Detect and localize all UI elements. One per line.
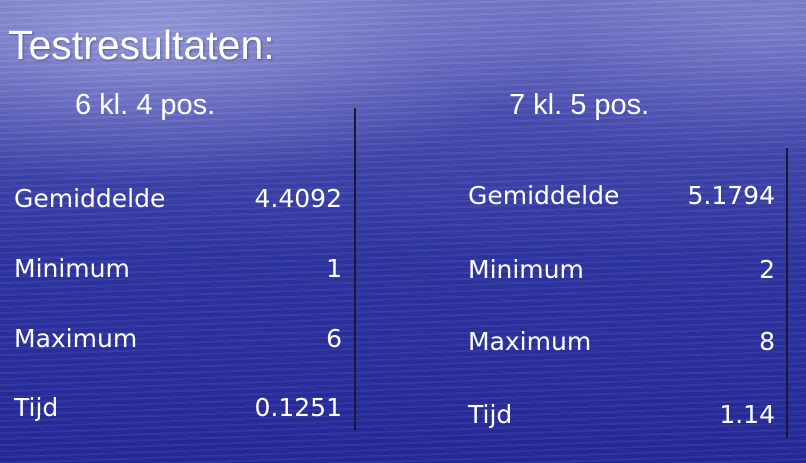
row-value: 4.4092: [254, 184, 342, 213]
slide-title: Testresultaten:: [8, 22, 275, 68]
right-row-maximum: Maximum 8: [468, 327, 775, 357]
right-row-time: Tijd 1.14: [468, 400, 775, 430]
right-column-heading: 7 kl. 5 pos.: [509, 89, 650, 121]
left-divider-line: [354, 108, 356, 430]
left-row-average: Gemiddelde 4.4092: [14, 184, 342, 214]
right-row-average: Gemiddelde 5.1794: [468, 181, 775, 211]
row-value: 1.14: [719, 400, 775, 429]
row-label: Minimum: [468, 255, 584, 284]
row-value: 0.1251: [254, 393, 342, 422]
row-value: 2: [759, 255, 775, 284]
right-row-minimum: Minimum 2: [468, 255, 775, 285]
row-label: Tijd: [14, 393, 59, 422]
row-value: 6: [326, 324, 342, 353]
row-label: Maximum: [468, 327, 592, 356]
row-value: 8: [759, 327, 775, 356]
left-row-maximum: Maximum 6: [14, 324, 342, 354]
row-value: 1: [326, 254, 342, 283]
row-label: Gemiddelde: [14, 184, 166, 213]
row-value: 5.1794: [687, 181, 775, 210]
left-column-heading: 6 kl. 4 pos.: [75, 89, 216, 121]
right-divider-line: [786, 148, 788, 438]
row-label: Maximum: [14, 324, 138, 353]
row-label: Minimum: [14, 254, 130, 283]
row-label: Gemiddelde: [468, 181, 620, 210]
left-row-minimum: Minimum 1: [14, 254, 342, 284]
row-label: Tijd: [468, 400, 513, 429]
left-row-time: Tijd 0.1251: [14, 393, 342, 423]
